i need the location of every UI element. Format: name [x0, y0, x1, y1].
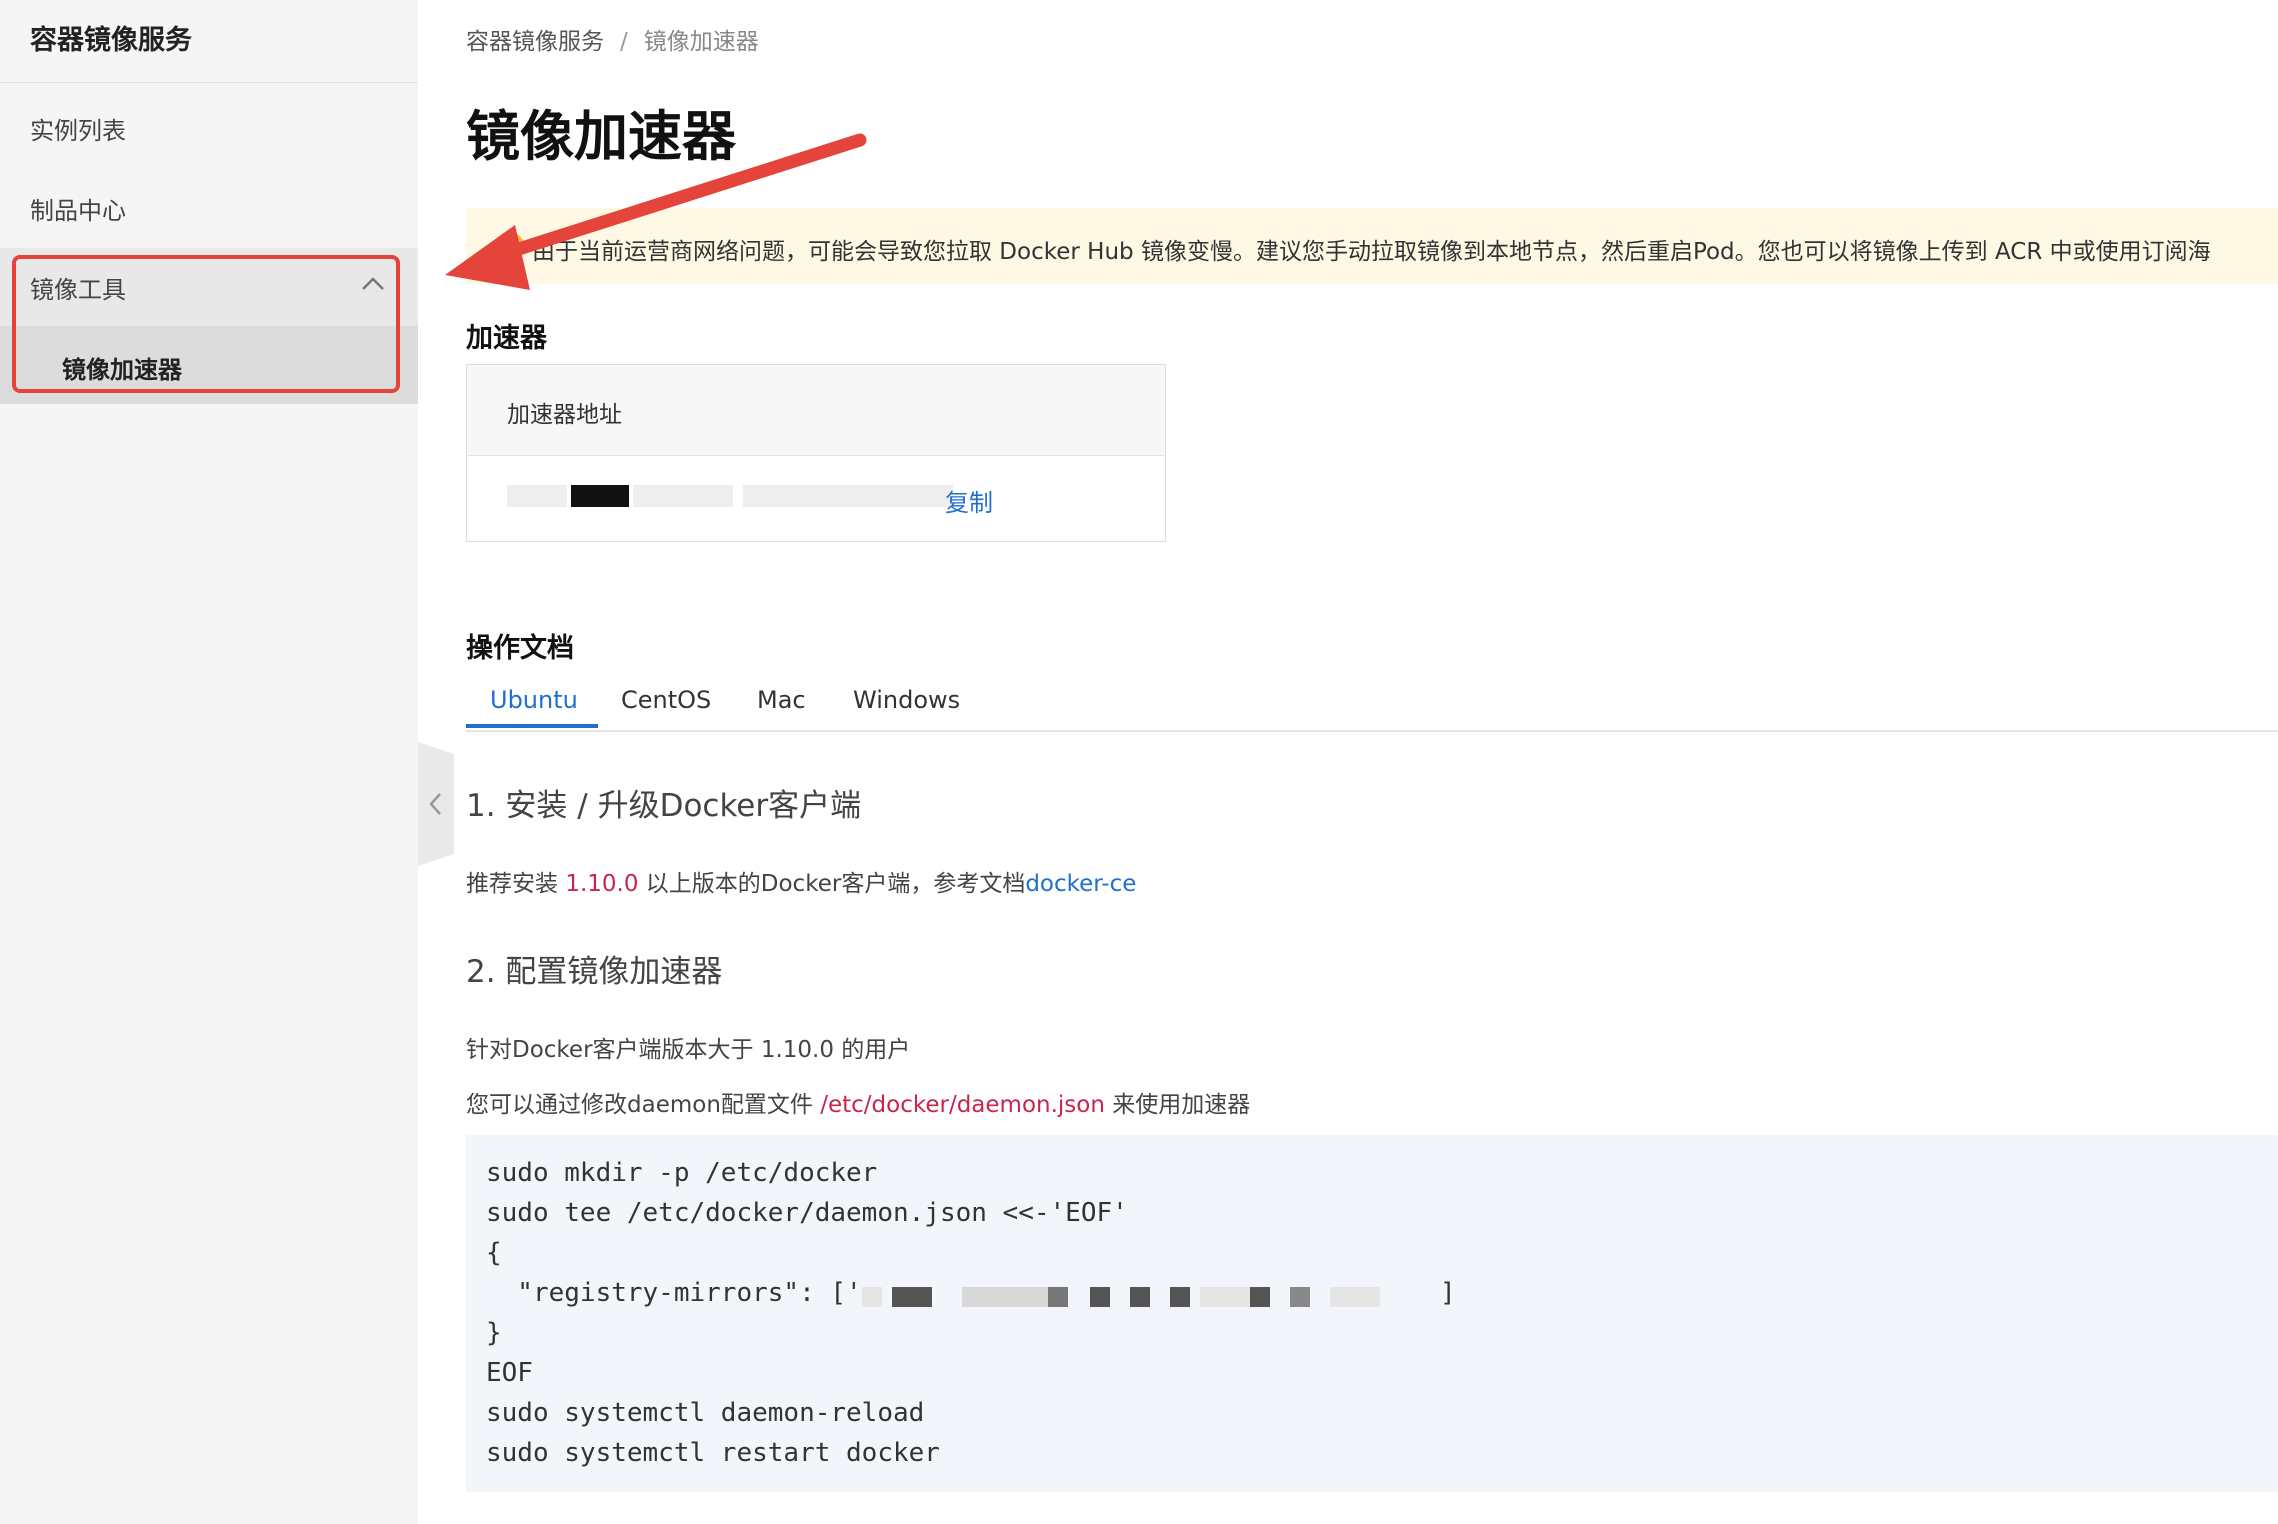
- sidebar-item-instances[interactable]: 实例列表: [30, 111, 126, 146]
- daemon-json-path: /etc/docker/daemon.json: [820, 1092, 1105, 1118]
- code-line: {: [486, 1238, 502, 1268]
- step1-title: 1. 安装 / 升级Docker客户端: [466, 788, 862, 824]
- step2-title: 2. 配置镜像加速器: [466, 954, 723, 990]
- tab-ubuntu[interactable]: Ubuntu: [490, 686, 578, 714]
- tab-mac[interactable]: Mac: [757, 686, 806, 714]
- breadcrumb-separator: /: [620, 29, 628, 55]
- notice-text: 由于当前运营商网络问题，可能会导致您拉取 Docker Hub 镜像变慢。建议您…: [532, 239, 2211, 265]
- redacted-block: [633, 485, 733, 507]
- tab-centos[interactable]: CentOS: [621, 686, 711, 714]
- code-line: sudo tee /etc/docker/daemon.json <<-'EOF…: [486, 1198, 1128, 1228]
- warning-icon: [496, 232, 524, 260]
- docker-ce-link[interactable]: docker-ce: [1025, 871, 1136, 897]
- step1-version: 1.10.0: [565, 871, 639, 897]
- sidebar-item-artifacts[interactable]: 制品中心: [30, 191, 126, 226]
- step1-text: 推荐安装 1.10.0 以上版本的Docker客户端，参考文档docker-ce: [466, 864, 1136, 898]
- step2-line2-before: 您可以通过修改daemon配置文件: [466, 1092, 821, 1118]
- notice-banner: 由于当前运营商网络问题，可能会导致您拉取 Docker Hub 镜像变慢。建议您…: [466, 208, 2278, 284]
- sidebar: 容器镜像服务 实例列表 制品中心 镜像工具 镜像加速器: [0, 0, 418, 1524]
- accelerator-address-header: 加速器地址: [507, 402, 622, 428]
- sidebar-title: 容器镜像服务: [30, 25, 192, 56]
- redacted-block: [507, 485, 567, 507]
- step2-line1: 针对Docker客户端版本大于 1.10.0 的用户: [466, 1037, 911, 1063]
- highlight-box: [12, 255, 400, 393]
- docs-tabs: Ubuntu CentOS Mac Windows: [466, 680, 2278, 732]
- sidebar-divider: [0, 82, 418, 83]
- breadcrumb: 容器镜像服务 / 镜像加速器: [466, 22, 759, 56]
- docs-section-title: 操作文档: [466, 633, 574, 664]
- sidebar-collapse-handle[interactable]: [418, 742, 454, 866]
- copy-link[interactable]: 复制: [945, 483, 993, 518]
- tab-windows[interactable]: Windows: [853, 686, 960, 714]
- page-title: 镜像加速器: [466, 105, 736, 168]
- code-line: EOF: [486, 1358, 533, 1388]
- active-tab-indicator: [466, 724, 598, 728]
- code-line: }: [486, 1318, 502, 1348]
- step1-text-middle: 以上版本的Docker客户端，参考文档: [638, 871, 1026, 897]
- code-line: sudo mkdir -p /etc/docker: [486, 1158, 878, 1188]
- accelerator-table-header: 加速器地址: [467, 365, 1165, 456]
- step2-line2: 您可以通过修改daemon配置文件 /etc/docker/daemon.jso…: [466, 1085, 1250, 1119]
- code-line: "registry-mirrors": [': [486, 1278, 862, 1308]
- accelerator-table: 加速器地址 复制: [466, 364, 1166, 542]
- code-line: sudo systemctl daemon-reload: [486, 1398, 925, 1428]
- code-line-tail: ]: [1440, 1278, 1456, 1308]
- breadcrumb-current: 镜像加速器: [643, 29, 759, 55]
- accelerator-section-title: 加速器: [466, 323, 547, 354]
- step1-text-before: 推荐安装: [466, 871, 566, 897]
- redacted-block: [743, 485, 953, 507]
- redacted-block: [571, 485, 629, 507]
- code-line: sudo systemctl restart docker: [486, 1438, 940, 1468]
- step2-line2-after: 来使用加速器: [1104, 1092, 1251, 1118]
- breadcrumb-root[interactable]: 容器镜像服务: [466, 29, 604, 55]
- code-block: sudo mkdir -p /etc/docker sudo tee /etc/…: [466, 1135, 2278, 1492]
